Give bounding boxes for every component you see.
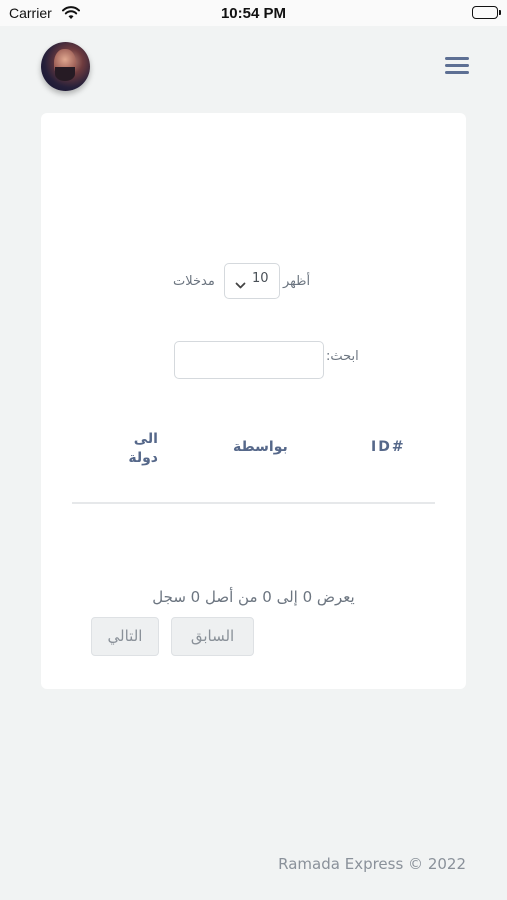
- chevron-down-icon: [235, 275, 246, 294]
- show-entries-prefix: أظهر: [283, 274, 311, 289]
- search-input[interactable]: [174, 341, 324, 379]
- status-time: 10:54 PM: [220, 5, 287, 22]
- table-header-divider: [72, 502, 435, 504]
- next-button[interactable]: التالي: [91, 617, 159, 656]
- entries-length-value: 10: [252, 271, 269, 286]
- column-header-by[interactable]: بواسطة: [233, 439, 288, 455]
- show-entries-suffix: مدخلات: [173, 274, 215, 289]
- battery-icon: [472, 6, 501, 19]
- column-header-to-country[interactable]: الى دولة: [118, 430, 158, 468]
- status-bar: Carrier 10:54 PM: [0, 0, 507, 26]
- search-label: ابحث:: [326, 349, 359, 364]
- previous-button[interactable]: السابق: [171, 617, 254, 656]
- entries-length-select[interactable]: 10: [224, 263, 280, 299]
- user-avatar[interactable]: [41, 42, 90, 91]
- column-header-to-country-line2: دولة: [128, 450, 158, 466]
- footer-copyright: Ramada Express © 2022: [278, 855, 466, 873]
- hamburger-menu-icon[interactable]: [445, 57, 469, 77]
- column-header-to-country-line1: الى: [133, 431, 158, 447]
- table-info: يعرض 0 إلى 0 من أصل 0 سجل: [152, 588, 355, 606]
- column-header-id[interactable]: ID#: [371, 439, 406, 455]
